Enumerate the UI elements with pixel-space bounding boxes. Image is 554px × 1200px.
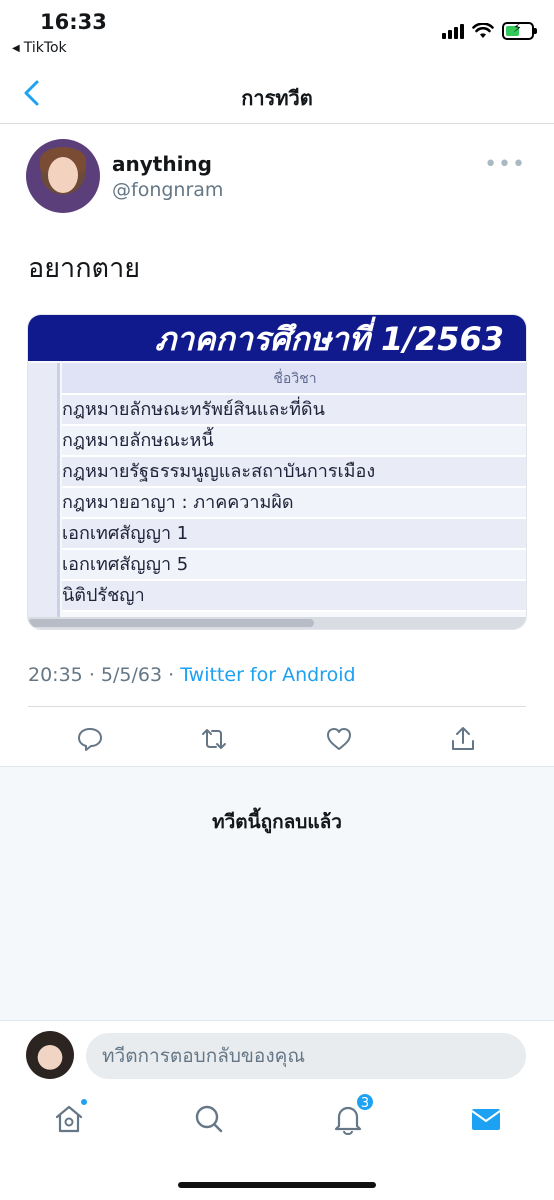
nav-header: การทวีต [0,62,554,124]
retweet-icon[interactable] [199,724,229,754]
image-table: ชื่อวิชา กฎหมายลักษณะทรัพย์สินและที่ดิน … [28,363,526,617]
author-display-name[interactable]: anything [112,152,212,176]
share-icon[interactable] [448,724,478,754]
image-row: กฎหมายลักษณะหนี้ [62,426,526,457]
tweet-meta: 20:35 · 5/5/63 · Twitter for Android [28,664,356,686]
search-icon[interactable] [192,1102,226,1136]
author-handle[interactable]: @fongnram [112,179,223,201]
image-row: เอกเทศสัญญา 1 [62,519,526,550]
image-row: เอกเทศสัญญา 5 [62,550,526,581]
home-indicator [178,1182,376,1188]
image-banner: ภาคการศึกษาที่ 1/2563 [28,315,526,361]
reply-input[interactable] [86,1033,526,1079]
tweet-time: 20:35 [28,664,83,686]
reply-bar [0,1020,554,1088]
status-bar: 16:33 ◀ TikTok ⚡ [0,0,554,62]
tweet-source-link[interactable]: Twitter for Android [180,664,355,686]
tweet-date: 5/5/63 [100,664,163,686]
like-icon[interactable] [324,724,354,754]
battery-charging-icon: ⚡ [502,21,537,40]
back-triangle-icon: ◀ [12,42,20,54]
image-row: กฎหมายลักษณะทรัพย์สินและที่ดิน [62,395,526,426]
page-title: การทวีต [241,86,313,110]
image-row: กฎหมายรัฐธรรมนูญและสถาบันการเมือง [62,457,526,488]
cellular-signal-icon [442,23,464,39]
deleted-tweet-section: ทวีตนี้ถูกลบแล้ว [0,766,554,1020]
author-avatar[interactable] [26,139,100,213]
status-time: 16:33 [40,10,107,34]
reply-icon[interactable] [75,724,105,754]
divider [28,706,526,707]
user-avatar[interactable] [26,1031,74,1079]
home-icon[interactable] [52,1098,88,1136]
more-dots-icon[interactable]: ••• [484,152,526,177]
image-scrollbar [28,617,526,629]
notifications-icon[interactable]: 3 [331,1092,375,1136]
back-to-app-link[interactable]: ◀ TikTok [12,40,67,56]
notification-badge: 3 [355,1092,375,1112]
messages-icon[interactable] [469,1102,503,1136]
tweet-text: อยากตาย [28,253,141,284]
tweet-actions [0,722,554,766]
home-unread-dot [80,1098,88,1106]
tweet-image[interactable]: ภาคการศึกษาที่ 1/2563 ชื่อวิชา กฎหมายลัก… [27,314,527,630]
image-column-header: ชื่อวิชา [62,363,526,395]
wifi-icon [472,23,494,38]
deleted-notice: ทวีตนี้ถูกลบแล้ว [212,811,342,833]
image-row: กฎหมายอาญา : ภาคความผิด [62,488,526,519]
image-row: นิติปรัชญา [62,581,526,612]
status-icons: ⚡ [442,21,537,40]
back-app-label: TikTok [23,40,67,56]
